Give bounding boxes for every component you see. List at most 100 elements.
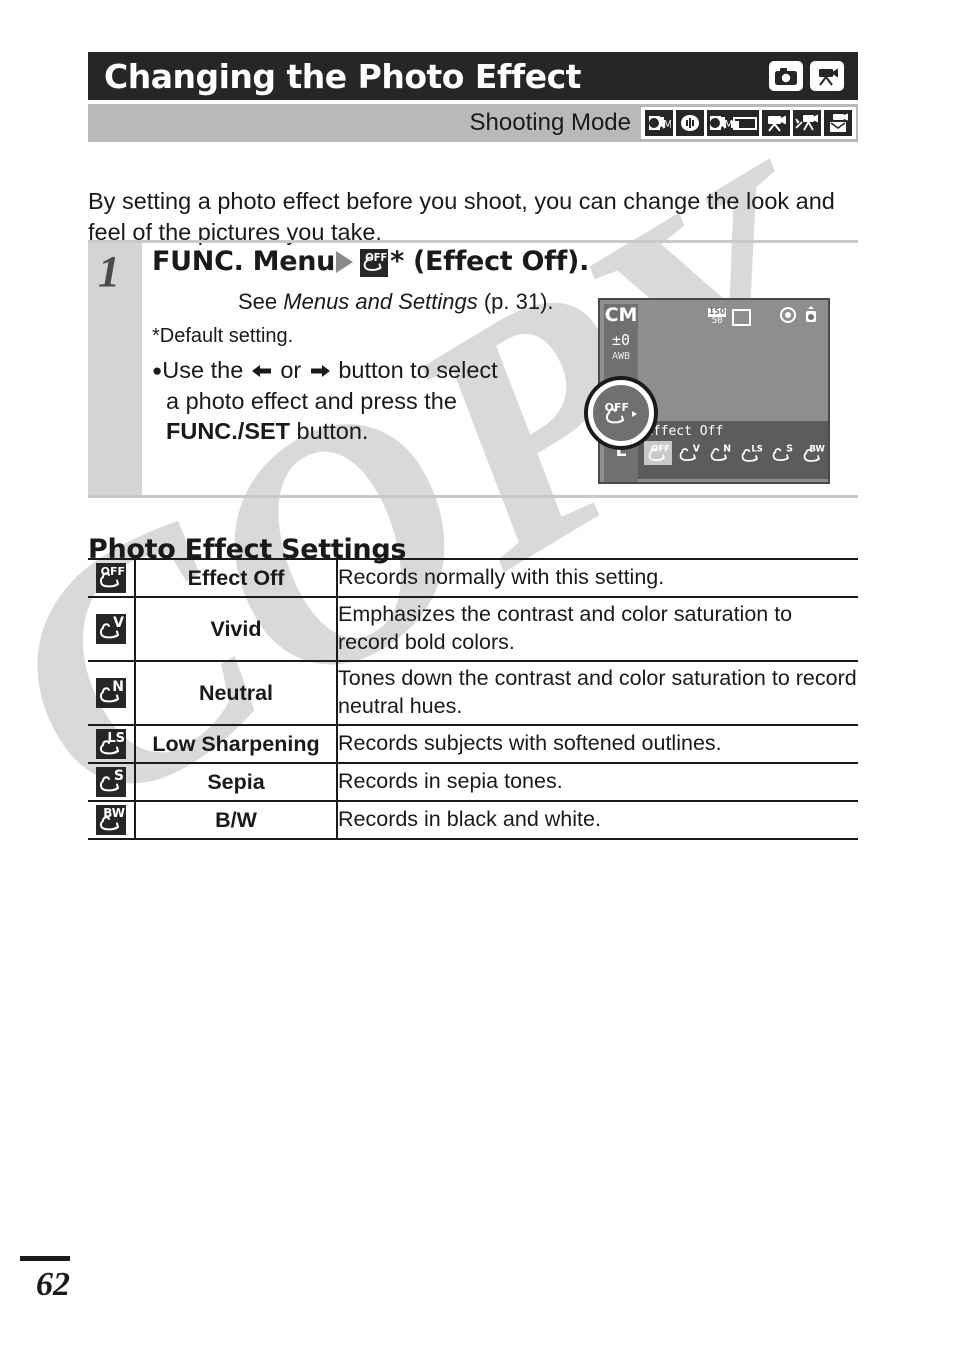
lcd-effect-row[interactable]: OFF V N LS S BW	[644, 441, 828, 465]
step-bullet: ●Use the or button to select a photo eff…	[152, 355, 572, 447]
svg-text:BW: BW	[810, 443, 826, 453]
effect-desc-cell: Records subjects with softened outlines.	[337, 724, 858, 764]
shooting-mode-icon-group: M M	[641, 107, 856, 139]
func-set-label: FUNC./SET	[166, 418, 291, 445]
photo-effect-settings-table: OFF Effect Off Records normally with thi…	[88, 558, 858, 840]
lcd-effect-option-sepia[interactable]: S	[768, 441, 796, 465]
effect-off-icon-inline: OFF	[360, 246, 389, 277]
lcd-white-balance-label: AWB	[611, 351, 631, 362]
step-heading: FUNC. Menu OFF * (Effect Off).	[152, 246, 852, 277]
intro-paragraph: By setting a photo effect before you sho…	[88, 187, 835, 245]
svg-text:V: V	[113, 615, 124, 631]
svg-text:S: S	[114, 768, 124, 784]
table-row: V Vivid Emphasizes the contrast and colo…	[88, 596, 858, 662]
neutral-icon: N	[96, 678, 126, 708]
svg-text:N: N	[723, 443, 731, 454]
page-title: Changing the Photo Effect	[104, 56, 581, 96]
lcd-red-eye-icon	[779, 306, 797, 328]
lcd-highlight-callout: OFF	[588, 380, 654, 446]
step-rule-top	[88, 240, 858, 243]
step-heading-post: * (Effect Off).	[390, 246, 590, 277]
effect-desc-cell: Records in black and white.	[337, 800, 858, 840]
see-suffix: (p. 31).	[477, 289, 554, 314]
vivid-icon: V	[96, 614, 126, 644]
lcd-effect-option-vivid[interactable]: V	[675, 441, 703, 465]
effect-icon-cell: V	[88, 596, 136, 662]
sepia-icon: S	[96, 767, 126, 797]
lcd-iso-value: 50	[711, 316, 723, 326]
svg-text:LS: LS	[751, 443, 762, 453]
effect-name-cell: B/W	[135, 800, 338, 840]
effect-name-cell: Vivid	[135, 596, 338, 662]
effect-name-cell: Sepia	[135, 762, 338, 802]
lcd-effect-option-off[interactable]: OFF	[644, 441, 672, 465]
effect-name-cell: Neutral	[135, 660, 338, 726]
lcd-flash-icon	[803, 305, 819, 329]
svg-text:OFF: OFF	[365, 252, 387, 264]
lcd-effect-name: Effect Off	[645, 424, 724, 439]
lcd-effect-option-neutral[interactable]: N	[706, 441, 734, 465]
lcd-effect-option-low-sharpening[interactable]: LS	[737, 441, 765, 465]
svg-text:BW: BW	[103, 806, 125, 820]
step-rule-bottom	[88, 495, 858, 498]
svg-text:V: V	[693, 443, 701, 454]
lcd-screen-illustration: CM ±0 AWB L ISO 50 Effect Off OFF V N LS…	[588, 298, 830, 484]
svg-text:OFF: OFF	[605, 401, 629, 414]
lcd-effect-panel: Effect Off OFF V N LS S BW	[638, 421, 828, 479]
bullet-text-4: button.	[290, 418, 369, 445]
step-heading-pre: FUNC. Menu	[152, 246, 336, 277]
table-row: S Sepia Records in sepia tones.	[88, 762, 858, 802]
effect-icon-cell: S	[88, 762, 136, 802]
lcd-mode-label: CM	[604, 304, 638, 326]
effect-icon-cell: N	[88, 660, 136, 726]
effect-name-cell: Low Sharpening	[135, 724, 338, 764]
lcd-iso-indicator: ISO 50	[708, 308, 727, 326]
bw-icon: BW	[96, 805, 126, 835]
effect-icon-cell: BW	[88, 800, 136, 840]
lcd-top-indicators: ISO 50	[708, 305, 826, 329]
table-row: OFF Effect Off Records normally with thi…	[88, 558, 858, 598]
effect-icon-cell: LS	[88, 724, 136, 764]
svg-text:S: S	[786, 443, 793, 454]
lcd-effect-option-bw[interactable]: BW	[799, 441, 827, 465]
effect-desc-cell: Records in sepia tones.	[337, 762, 858, 802]
bullet-text-1: Use the	[162, 357, 244, 383]
movie-compact-icon	[824, 110, 852, 136]
svg-text:M: M	[663, 118, 671, 131]
svg-text:LS: LS	[107, 731, 125, 746]
see-prefix: See	[238, 289, 284, 314]
svg-text:OFF: OFF	[651, 443, 670, 453]
movie-standard-icon	[762, 110, 790, 136]
shooting-mode-label: Shooting Mode	[469, 109, 631, 136]
page-number: 62	[36, 1266, 70, 1303]
page-title-bar: Changing the Photo Effect	[88, 52, 858, 100]
table-row: BW B/W Records in black and white.	[88, 800, 858, 840]
arrow-right-icon	[336, 250, 354, 273]
arrow-left-icon	[250, 362, 274, 380]
bullet-or: or	[280, 357, 302, 383]
effect-desc-cell: Tones down the contrast and color satura…	[337, 660, 858, 726]
arrow-right-button-icon	[308, 362, 332, 380]
lcd-af-frame-icon	[732, 308, 752, 326]
still-camera-icon	[769, 61, 803, 91]
creative-manual-icon: M	[645, 110, 673, 136]
shooting-mode-bar: Shooting Mode M M	[88, 104, 858, 142]
effect-desc-cell: Records normally with this setting.	[337, 558, 858, 598]
effect-desc-cell: Emphasizes the contrast and color satura…	[337, 596, 858, 662]
bullet-text-3: a photo effect and press the	[166, 387, 457, 414]
table-row: LS Low Sharpening Records subjects with …	[88, 724, 858, 764]
table-row: N Neutral Tones down the contrast and co…	[88, 660, 858, 726]
effect-name-cell: Effect Off	[135, 558, 338, 598]
low-sharpening-icon: LS	[96, 729, 126, 759]
stitch-assist-icon	[676, 110, 704, 136]
bullet-text-2: button to select	[338, 357, 498, 383]
footer-rule	[20, 1256, 70, 1261]
svg-text:N: N	[112, 679, 124, 695]
title-icon-group	[769, 61, 844, 91]
svg-text:OFF: OFF	[101, 565, 125, 578]
step-number: 1	[98, 247, 120, 296]
bullet-dot-icon: ●	[152, 361, 163, 380]
manual-wide-icon: M	[707, 110, 759, 136]
lcd-exposure-label: ±0	[611, 331, 631, 349]
movie-fast-frame-icon	[793, 110, 821, 136]
